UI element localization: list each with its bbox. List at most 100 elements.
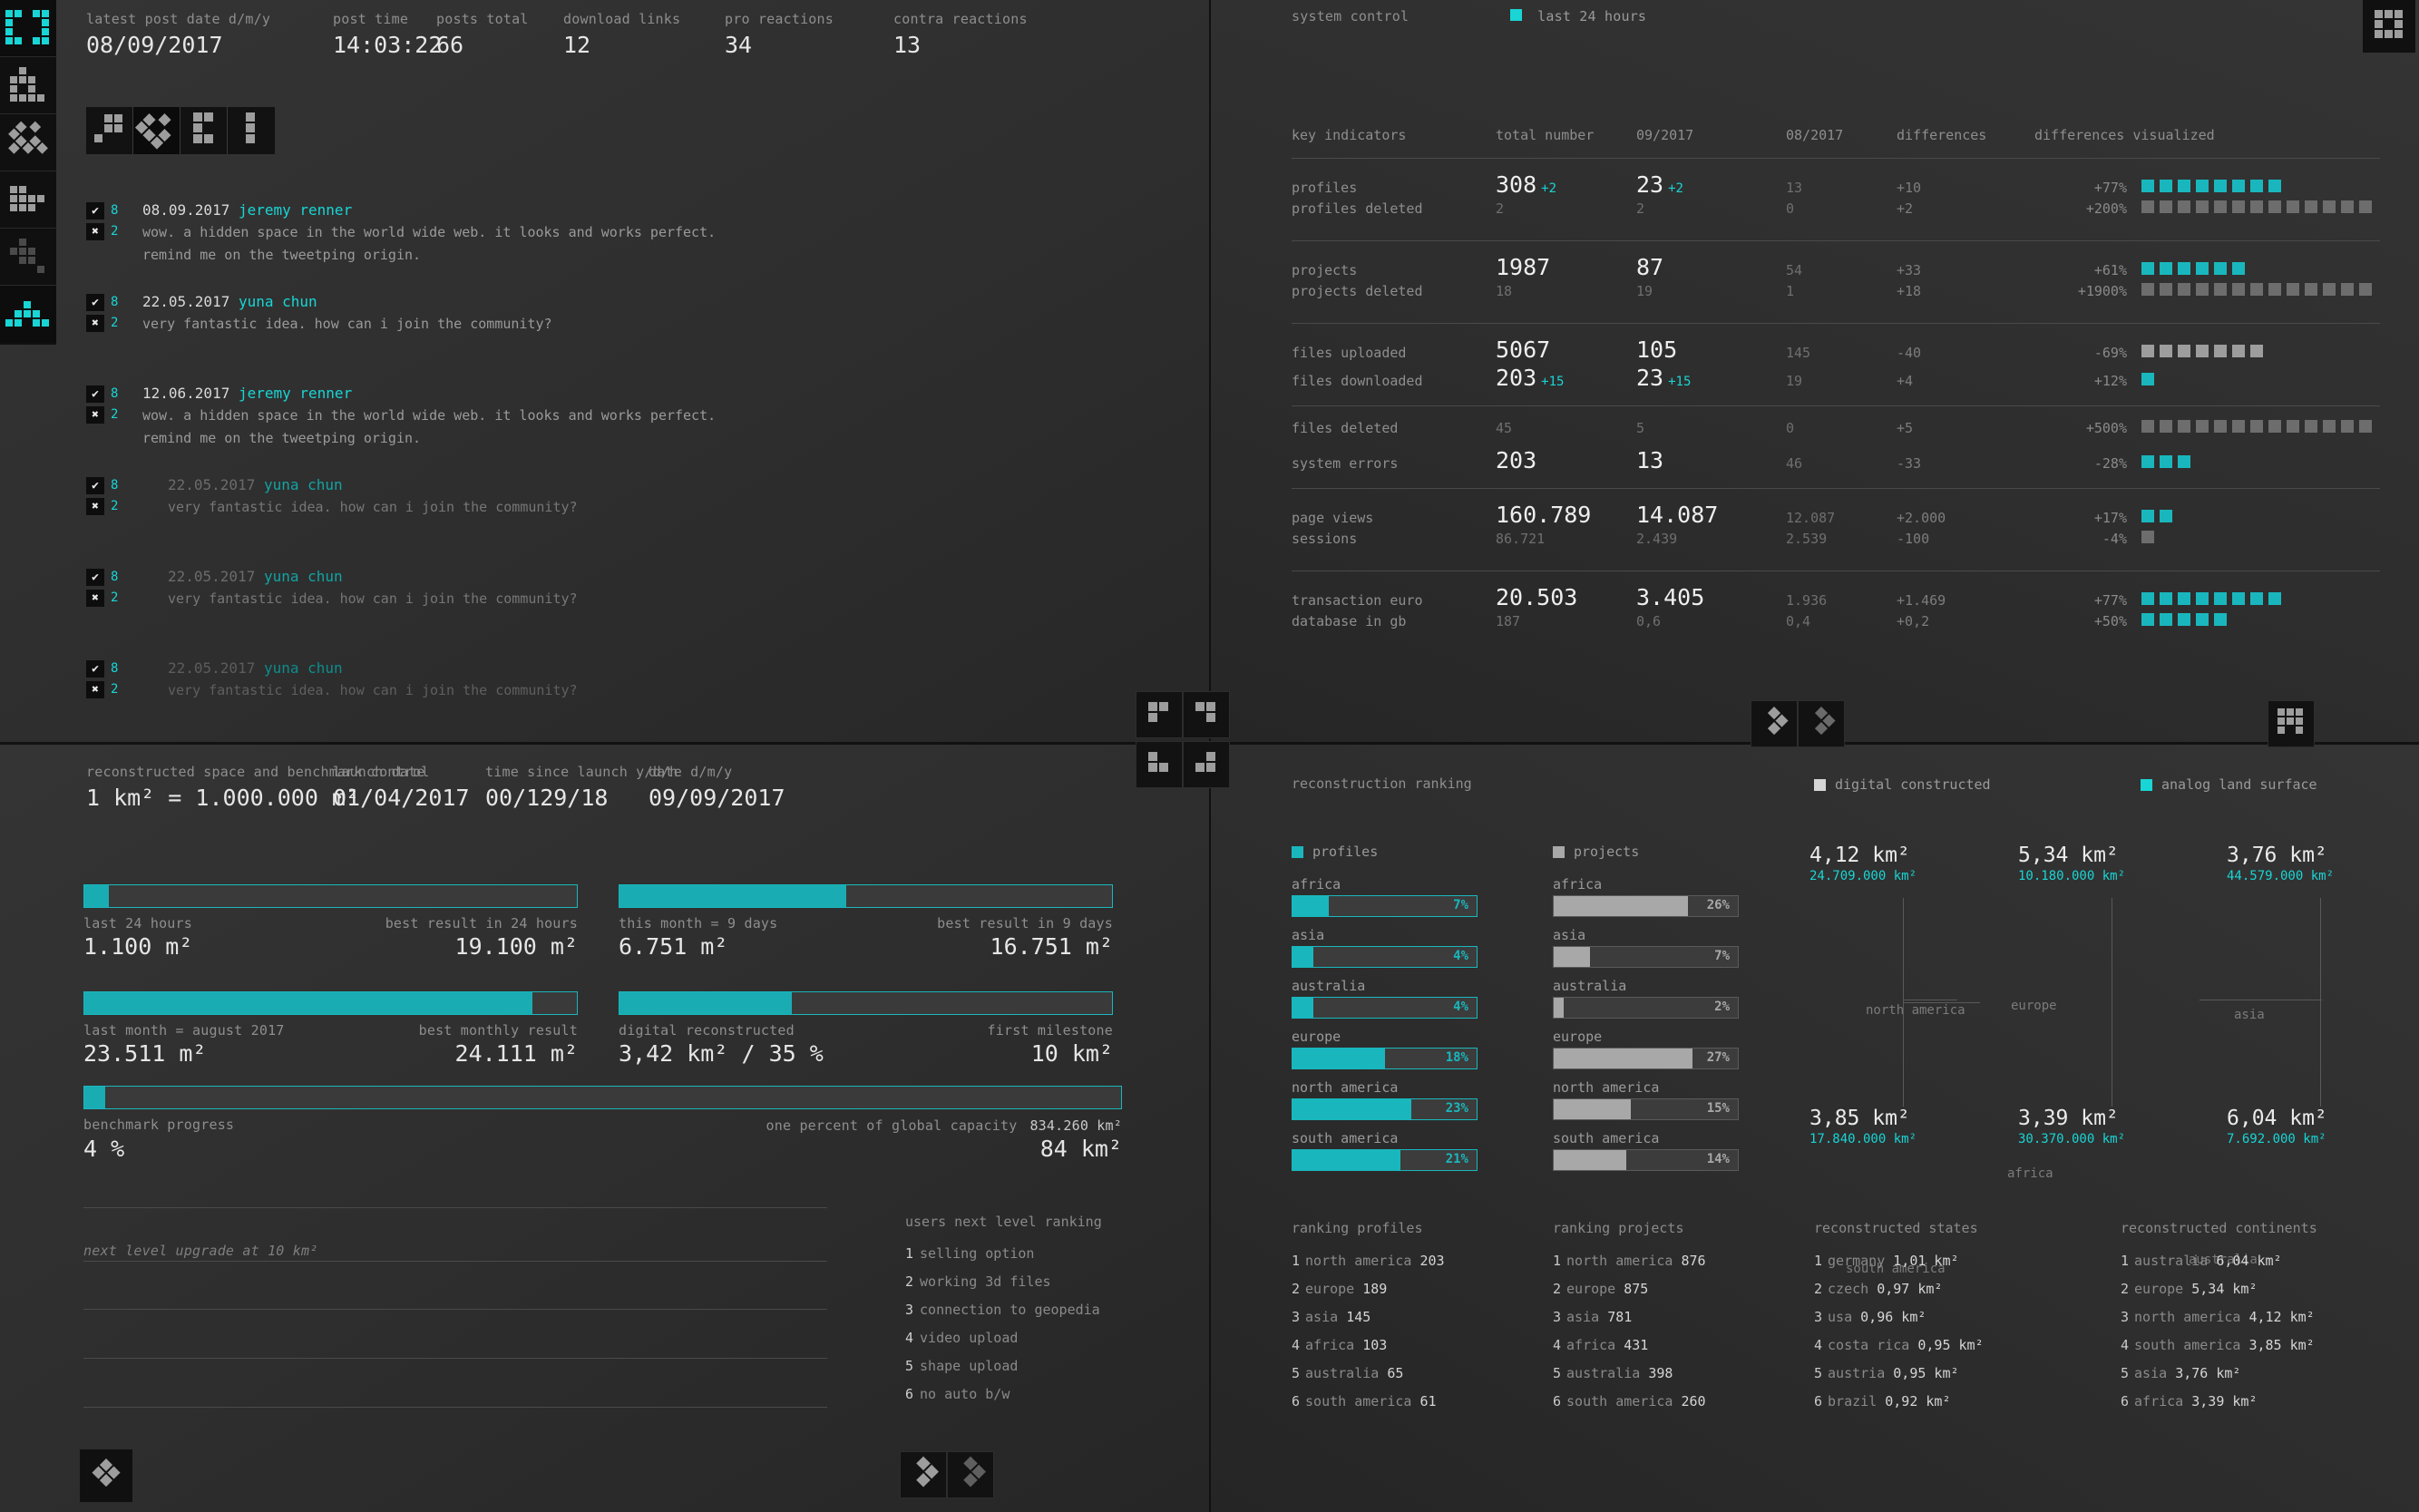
list-item[interactable]: 6 south america 260 [1553,1388,1706,1416]
post-item[interactable]: ✔ 8 ✖ 2 12.06.2017 jeremy renner wow. a hidde… [86,385,1184,448]
post-author[interactable]: yuna chun [264,476,343,493]
downvote-button[interactable]: ✖ [86,497,104,515]
kit-row[interactable]: files deleted 45 5 0 +5 +500% [1292,419,2380,447]
next-level-item[interactable]: 3 connection to geopedia [905,1296,1102,1324]
quadrant-corner-buttons[interactable] [1136,691,1235,791]
view-squares-button[interactable] [86,107,133,154]
list-item[interactable]: 2 europe 189 [1292,1275,1445,1303]
upvote-button[interactable]: ✔ [86,385,104,403]
kit-row[interactable]: transaction euro 20.503 3.405 1.936 +1.469 +7… [1292,584,2380,612]
view-column-button[interactable] [228,107,275,154]
sidebar-item-diamond-grid-icon[interactable] [0,114,56,171]
sidebar-item-steps-icon[interactable] [0,229,56,286]
sidebar-item-pyramid-icon[interactable] [0,286,56,343]
post-author[interactable]: yuna chun [239,293,317,310]
view-bracket-button[interactable] [180,107,228,154]
next-level-item[interactable]: 1 selling option [905,1240,1102,1268]
list-item[interactable]: 1 germany 1,01 km² [1814,1247,1984,1275]
kit-row[interactable]: sessions 86.721 2.439 2.539 -100 -4% [1292,530,2380,558]
rank-bar-item[interactable]: australia 2% [1553,978,1739,1019]
post-item[interactable]: ✔ 8 ✖ 2 22.05.2017 yuna chun very fantastic i… [86,293,1184,356]
list-item[interactable]: 3 asia 781 [1553,1303,1706,1332]
rank-bar-item[interactable]: asia 4% [1292,927,1478,968]
kit-row[interactable]: system errors 203 13 46 -33 -28% [1292,447,2380,475]
downvote-button[interactable]: ✖ [86,589,104,607]
corner-tl-button[interactable] [1136,691,1183,738]
corner-br-button[interactable] [1183,741,1230,788]
grid-button[interactable] [2268,700,2315,747]
panel-tr-grid-button[interactable] [2268,700,2320,753]
post-author[interactable]: yuna chun [264,659,343,677]
rank-bar-item[interactable]: north america 23% [1292,1079,1478,1120]
view-diamonds-button[interactable] [133,107,180,154]
list-item[interactable]: 3 usa 0,96 km² [1814,1303,1984,1332]
rank-bar-item[interactable]: asia 7% [1553,927,1739,968]
list-item[interactable]: 2 czech 0,97 km² [1814,1275,1984,1303]
list-item[interactable]: 4 africa 103 [1292,1332,1445,1360]
list-item[interactable]: 1 north america 203 [1292,1247,1445,1275]
list-item[interactable]: 1 australia 6,04 km² [2121,1247,2317,1275]
kit-row[interactable]: files uploaded 5067 105 145 -40 -69% [1292,337,2380,365]
list-item[interactable]: 4 south america 3,85 km² [2121,1332,2317,1360]
list-item[interactable]: 6 brazil 0,92 km² [1814,1388,1984,1416]
kit-row[interactable]: profiles 308 +2 23 +2 13 +10 +77% [1292,171,2380,200]
next-level-item[interactable]: 2 working 3d files [905,1268,1102,1296]
list-item[interactable]: 1 north america 876 [1553,1247,1706,1275]
rank-bar-item[interactable]: south america 14% [1553,1130,1739,1171]
kit-row[interactable]: projects 1987 87 54 +33 +61% [1292,254,2380,282]
upvote-button[interactable]: ✔ [86,293,104,311]
downvote-button[interactable]: ✖ [86,222,104,240]
bottom-left-corner-button[interactable] [80,1449,132,1502]
next-level-item[interactable]: 4 video upload [905,1324,1102,1352]
list-item[interactable]: 6 south america 61 [1292,1388,1445,1416]
post-author[interactable]: jeremy renner [239,201,352,219]
post-author[interactable]: yuna chun [264,568,343,585]
diamond-right-button[interactable] [1798,700,1845,747]
panel-tr-buttons[interactable] [1751,700,1850,750]
bottom-center-buttons[interactable] [900,1451,1000,1501]
list-item[interactable]: 2 europe 875 [1553,1275,1706,1303]
rank-bar-item[interactable]: africa 26% [1553,876,1739,917]
downvote-button[interactable]: ✖ [86,680,104,698]
list-item[interactable]: 5 australia 398 [1553,1360,1706,1388]
list-item[interactable]: 4 africa 431 [1553,1332,1706,1360]
next-level-item[interactable]: 6 no auto b/w [905,1380,1102,1409]
view-toggle-group[interactable] [86,107,275,154]
diamond-cluster-left-button[interactable] [900,1451,947,1498]
sidebar-item-dashboard-icon[interactable] [0,0,56,57]
upvote-button[interactable]: ✔ [86,568,104,586]
list-item[interactable]: 5 austria 0,95 km² [1814,1360,1984,1388]
downvote-button[interactable]: ✖ [86,314,104,332]
sidebar-item-blocks-icon[interactable] [0,171,56,229]
post-item[interactable]: ✔ 8 ✖ 2 22.05.2017 yuna chun very fantastic i… [86,568,1184,631]
downvote-button[interactable]: ✖ [86,405,104,424]
rank-bar-item[interactable]: europe 18% [1292,1029,1478,1069]
list-item[interactable]: 2 europe 5,34 km² [2121,1275,2317,1303]
list-item[interactable]: 6 africa 3,39 km² [2121,1388,2317,1416]
rank-bar-item[interactable]: europe 27% [1553,1029,1739,1069]
sidebar-item-layers-icon[interactable] [0,57,56,114]
kit-row[interactable]: projects deleted 18 19 1 +18 +1900% [1292,282,2380,310]
corner-tr-button[interactable] [1183,691,1230,738]
list-item[interactable]: 3 asia 145 [1292,1303,1445,1332]
post-item[interactable]: ✔ 8 ✖ 2 22.05.2017 yuna chun very fantastic i… [86,476,1184,540]
list-item[interactable]: 3 north america 4,12 km² [2121,1303,2317,1332]
post-item[interactable]: ✔ 8 ✖ 2 22.05.2017 yuna chun very fantastic i… [86,659,1184,723]
kit-row[interactable]: profiles deleted 2 2 0 +2 +200% [1292,200,2380,228]
post-item[interactable]: ✔ 8 ✖ 2 08.09.2017 jeremy renner wow. a hidde… [86,201,1184,265]
rank-bar-item[interactable]: south america 21% [1292,1130,1478,1171]
list-item[interactable]: 5 asia 3,76 km² [2121,1360,2317,1388]
upvote-button[interactable]: ✔ [86,659,104,678]
top-right-corner-button[interactable] [2363,0,2415,53]
kit-row[interactable]: database in gb 187 0,6 0,4 +0,2 +50% [1292,612,2380,640]
rank-bar-item[interactable]: africa 7% [1292,876,1478,917]
kit-row[interactable]: page views 160.789 14.087 12.087 +2.000 +17% [1292,502,2380,530]
corner-bl-button[interactable] [1136,741,1183,788]
diamond-cluster-right-button[interactable] [947,1451,994,1498]
list-item[interactable]: 5 australia 65 [1292,1360,1445,1388]
next-level-item[interactable]: 5 shape upload [905,1352,1102,1380]
rank-bar-item[interactable]: north america 15% [1553,1079,1739,1120]
kit-row[interactable]: files downloaded 203 +15 23 +15 19 +4 +12% [1292,365,2380,393]
post-author[interactable]: jeremy renner [239,385,352,402]
rank-bar-item[interactable]: australia 4% [1292,978,1478,1019]
